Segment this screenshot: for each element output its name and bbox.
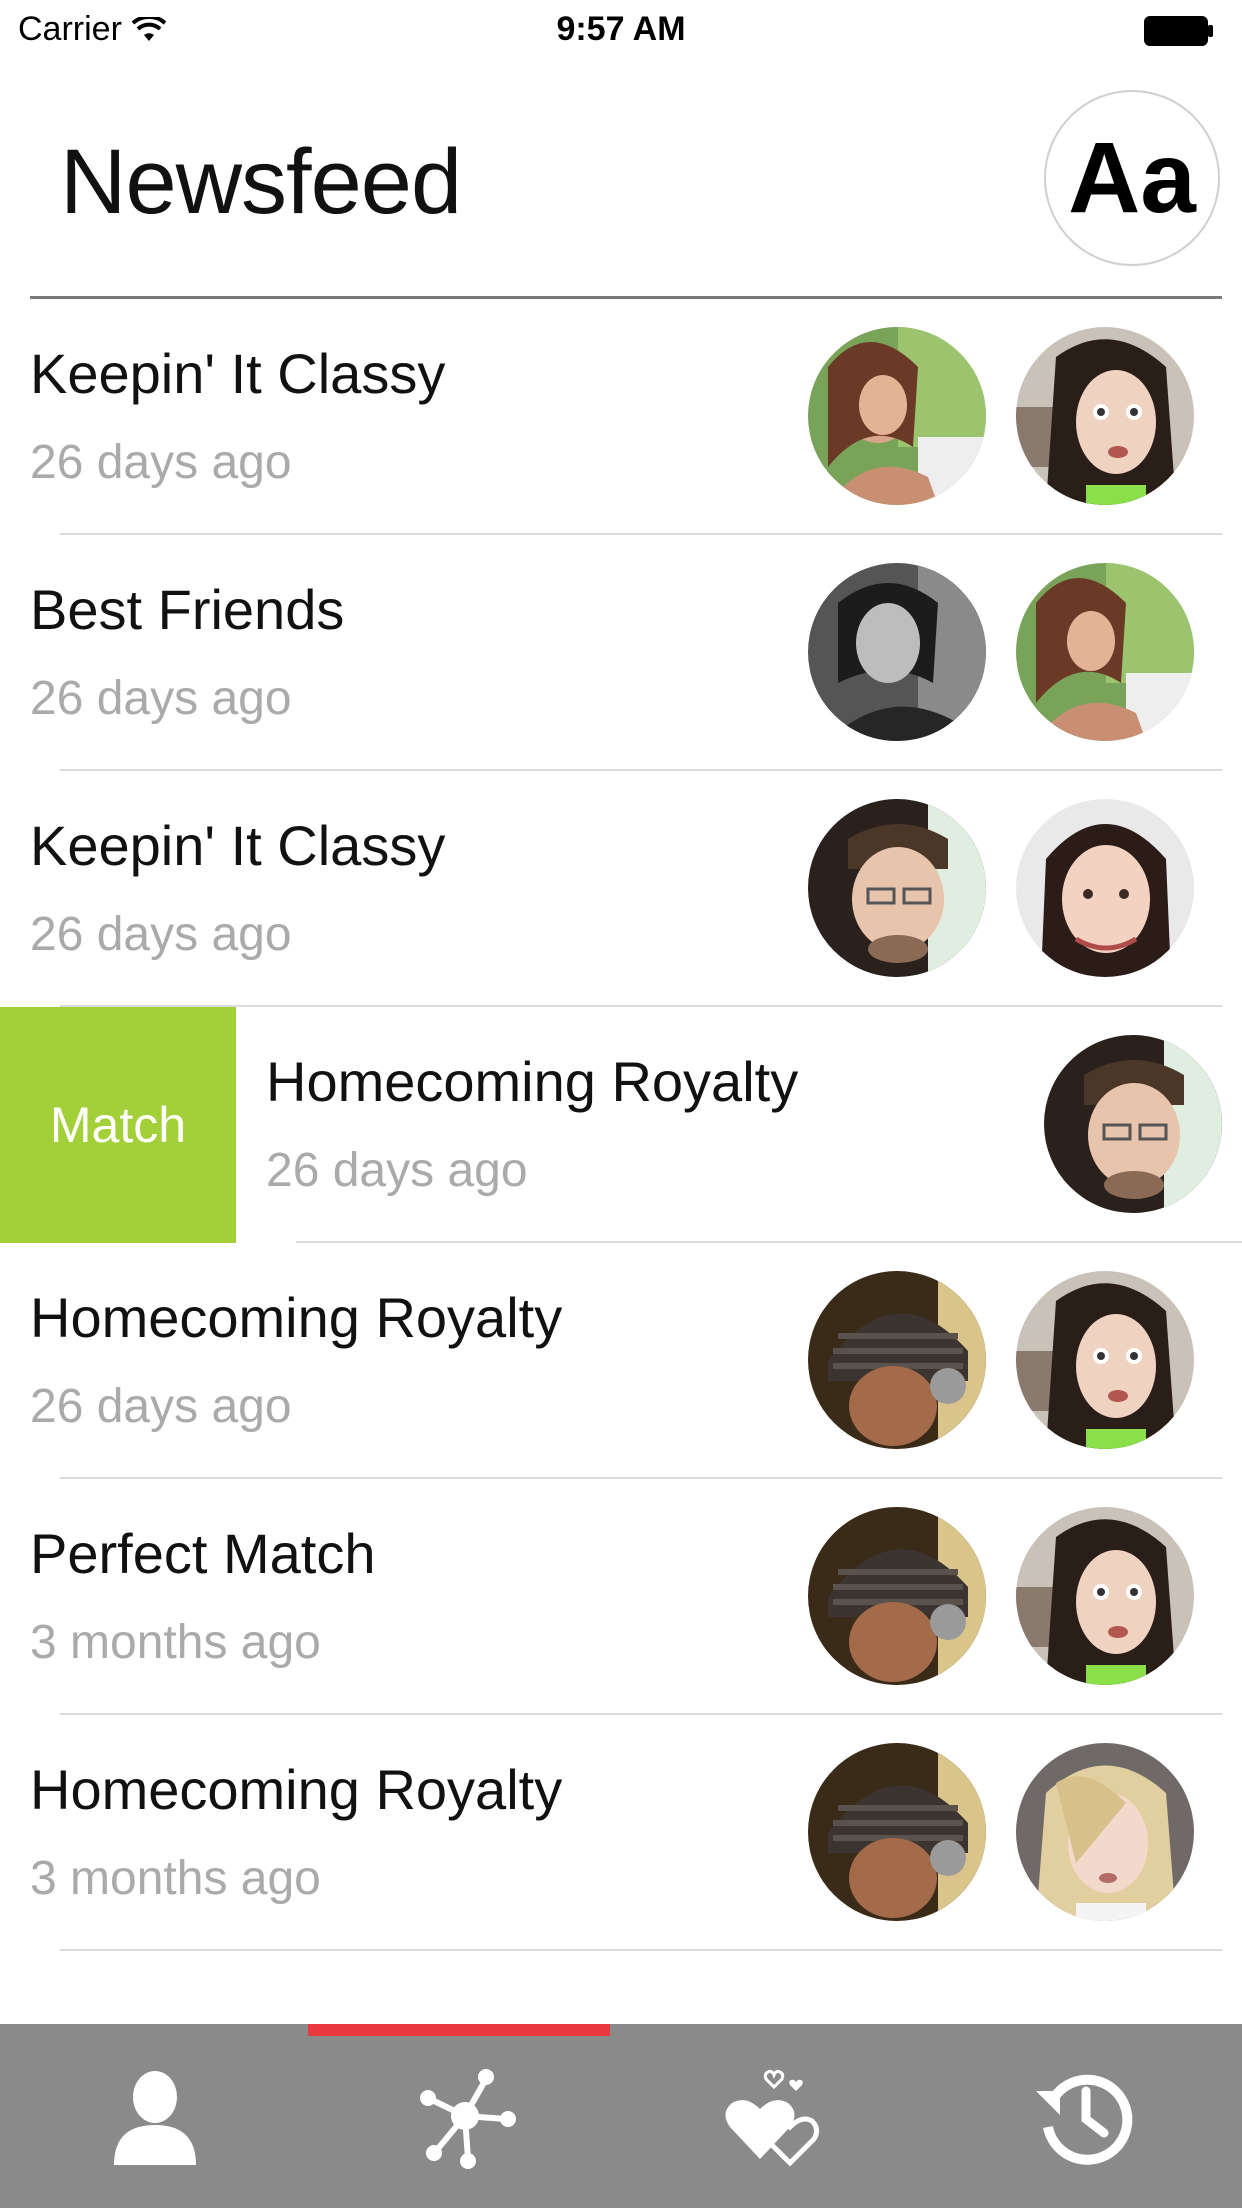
avatar[interactable] bbox=[1016, 1271, 1194, 1449]
tab-bar bbox=[0, 2024, 1242, 2208]
avatar[interactable] bbox=[1044, 1035, 1222, 1213]
item-timestamp: 26 days ago bbox=[30, 908, 292, 961]
avatar[interactable] bbox=[808, 1743, 986, 1921]
battery-icon bbox=[1144, 16, 1213, 46]
match-button[interactable]: Match bbox=[0, 1007, 236, 1243]
row-content[interactable]: Homecoming Royalty 26 days ago bbox=[0, 1243, 1242, 1479]
row-content[interactable]: Homecoming Royalty 26 days ago bbox=[236, 1007, 1242, 1243]
avatar[interactable] bbox=[1016, 799, 1194, 977]
avatar[interactable] bbox=[1016, 1507, 1194, 1685]
avatar[interactable] bbox=[808, 1507, 986, 1685]
profile-icon bbox=[114, 2071, 196, 2165]
row-content[interactable]: Perfect Match 3 months ago bbox=[0, 1479, 1242, 1715]
list-item[interactable]: Keepin' It Classy 26 days ago bbox=[0, 299, 1242, 535]
item-title: Best Friends bbox=[30, 578, 345, 641]
item-title: Perfect Match bbox=[30, 1522, 376, 1585]
page-title: Newsfeed bbox=[60, 131, 462, 233]
item-timestamp: 3 months ago bbox=[30, 1616, 321, 1669]
avatar[interactable] bbox=[808, 1271, 986, 1449]
list-item[interactable]: Perfect Match 3 months ago bbox=[0, 1479, 1242, 1715]
list-item[interactable]: Match Homecoming Royalty 26 days ago bbox=[0, 1007, 1242, 1243]
history-icon bbox=[1036, 2074, 1133, 2165]
avatar[interactable] bbox=[808, 327, 986, 505]
avatar[interactable] bbox=[808, 563, 986, 741]
font-size-button[interactable]: Aa bbox=[1044, 90, 1220, 266]
avatar[interactable] bbox=[1016, 563, 1194, 741]
item-title: Homecoming Royalty bbox=[30, 1286, 563, 1349]
item-title: Keepin' It Classy bbox=[30, 814, 446, 877]
item-timestamp: 26 days ago bbox=[30, 672, 292, 725]
list-item[interactable]: Homecoming Royalty 26 days ago bbox=[0, 1243, 1242, 1479]
list-item[interactable]: Keepin' It Classy 26 days ago bbox=[0, 771, 1242, 1007]
network-icon bbox=[420, 2069, 516, 2169]
newsfeed-list[interactable]: Keepin' It Classy 26 days ago Best Frien… bbox=[0, 299, 1242, 1951]
row-content[interactable]: Best Friends 26 days ago bbox=[0, 535, 1242, 771]
avatar[interactable] bbox=[808, 799, 986, 977]
item-timestamp: 26 days ago bbox=[30, 1380, 292, 1433]
row-content[interactable]: Keepin' It Classy 26 days ago bbox=[0, 299, 1242, 535]
row-content[interactable]: Keepin' It Classy 26 days ago bbox=[0, 771, 1242, 1007]
status-time: 9:57 AM bbox=[556, 10, 686, 48]
tab-history[interactable] bbox=[930, 2024, 1240, 2208]
tab-profile[interactable] bbox=[0, 2024, 310, 2208]
row-content[interactable]: Homecoming Royalty 3 months ago bbox=[0, 1715, 1242, 1951]
hearts-icon bbox=[725, 2069, 820, 2167]
tab-network[interactable] bbox=[310, 2024, 620, 2208]
item-title: Homecoming Royalty bbox=[30, 1758, 563, 1821]
header: Newsfeed Aa bbox=[0, 62, 1242, 296]
status-bar: Carrier 9:57 AM bbox=[0, 0, 1242, 62]
row-divider bbox=[60, 1949, 1222, 1951]
list-item[interactable]: Homecoming Royalty 3 months ago bbox=[0, 1715, 1242, 1951]
tab-matches[interactable] bbox=[620, 2024, 930, 2208]
item-timestamp: 26 days ago bbox=[266, 1144, 528, 1197]
item-timestamp: 26 days ago bbox=[30, 436, 292, 489]
item-timestamp: 3 months ago bbox=[30, 1852, 321, 1905]
avatar[interactable] bbox=[1016, 1743, 1194, 1921]
item-title: Homecoming Royalty bbox=[266, 1050, 799, 1113]
item-title: Keepin' It Classy bbox=[30, 342, 446, 405]
list-item[interactable]: Best Friends 26 days ago bbox=[0, 535, 1242, 771]
avatar[interactable] bbox=[1016, 327, 1194, 505]
